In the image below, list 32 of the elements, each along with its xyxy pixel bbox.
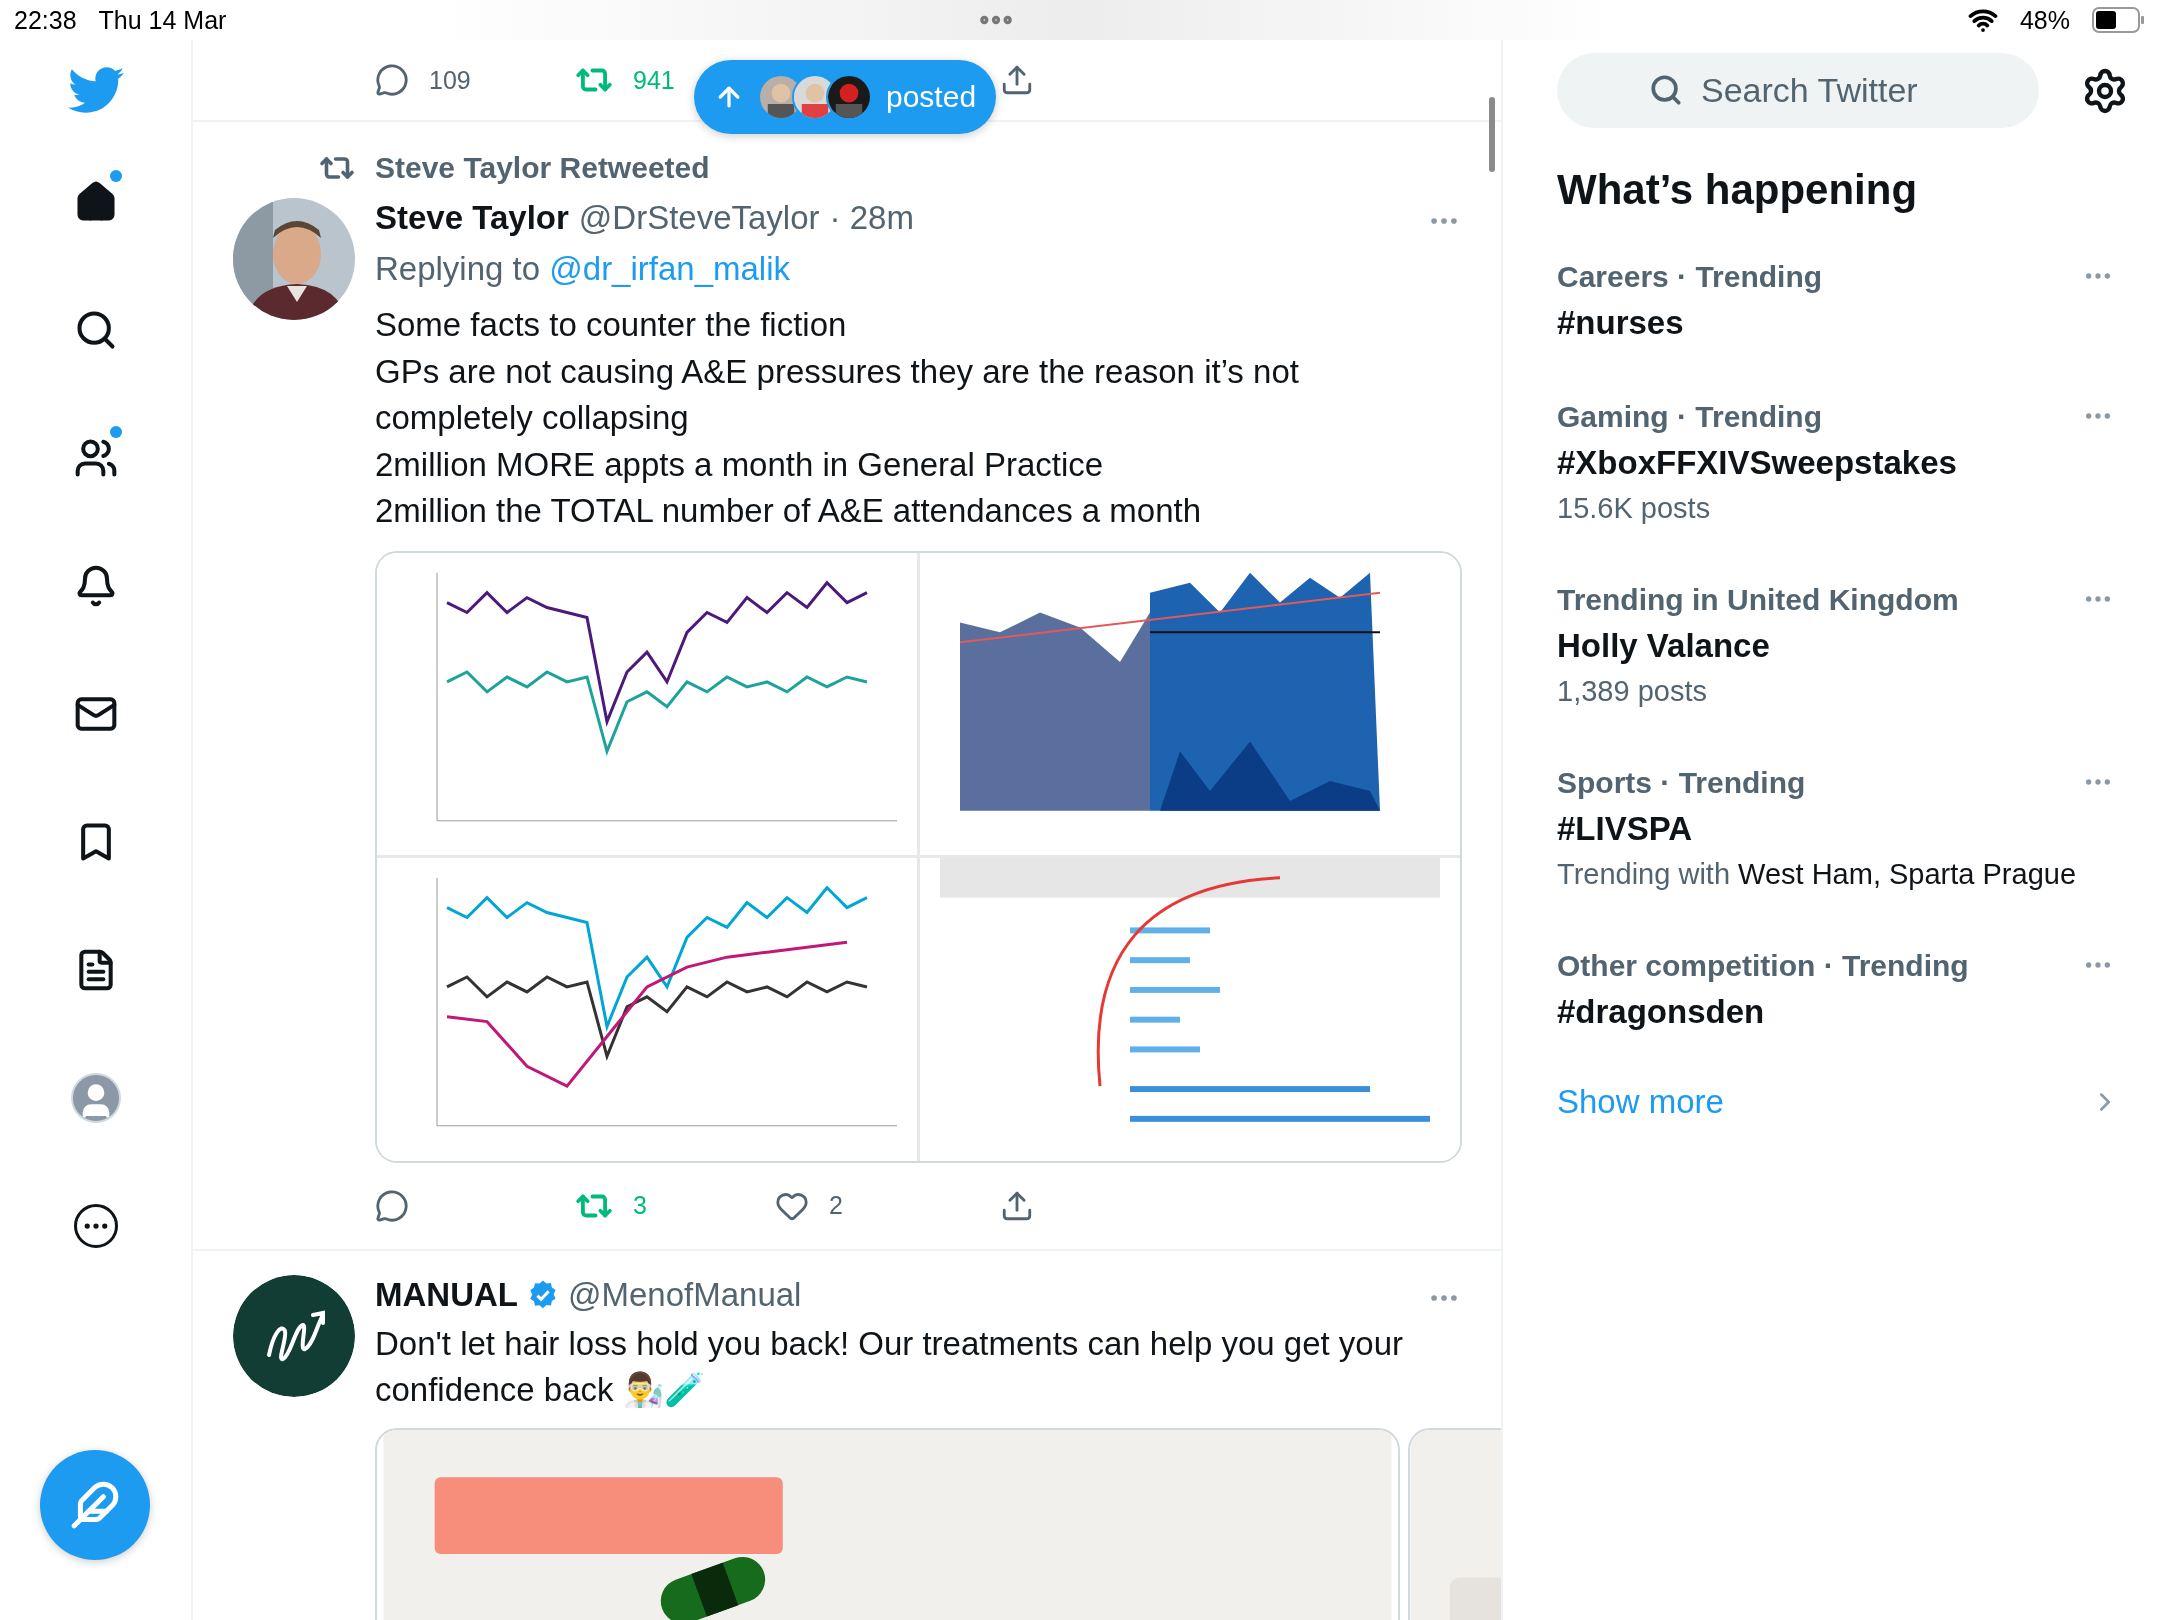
trend-title[interactable]: #nurses (1557, 304, 1684, 342)
retweeted-by-label: Steve Taylor Retweeted (375, 151, 711, 185)
status-date: Thu 14 Mar (98, 5, 227, 35)
search-field[interactable]: Search Twitter (1557, 53, 2039, 128)
trend-category: Other competition · Trending (1557, 949, 1969, 983)
trend-category: Gaming · Trending (1557, 400, 1822, 434)
trend-category: Sports · Trending (1557, 766, 1806, 800)
author-name[interactable]: MANUAL (375, 1275, 518, 1314)
trend-title[interactable]: #dragonsden (1557, 993, 1765, 1031)
author-handle[interactable]: @MenofManual (568, 1275, 802, 1314)
reply-button[interactable]: 109 (375, 63, 471, 97)
trend-post-count: 15.6K posts (1557, 492, 1711, 525)
like-button[interactable]: 2 (775, 1188, 843, 1223)
post-text: Some facts to counter the fiction (375, 305, 848, 345)
post-text: Don't let hair loss hold you back! Our treatments can help you get your confidence back 👨‍🔬🧪 (375, 1323, 1404, 1410)
trend-title[interactable]: #XboxFFXIVSweepstakes (1557, 444, 1957, 482)
post-text: GPs are not causing A&E pressures they are the reason it’s not completely collapsing (375, 351, 1300, 438)
author-name[interactable]: Steve Taylor (375, 199, 569, 237)
section-heading: What’s happening (1557, 166, 1919, 214)
trend-title[interactable]: Holly Valance (1557, 627, 1770, 665)
trend-category: Careers · Trending (1557, 260, 1823, 294)
battery-percentage: 48% (2019, 5, 2070, 35)
replying-to-text: Replying to @dr_irfan_malik (375, 250, 792, 288)
status-time: 22:38 (14, 5, 77, 35)
post-text: 2million the TOTAL number of A&E attendances a month (375, 491, 1203, 531)
author-handle[interactable]: @DrSteveTaylor (578, 199, 820, 237)
trend-category: Trending in United Kingdom (1557, 583, 1959, 617)
trend-context: Trending with West Ham, Sparta Prague (1557, 858, 2077, 891)
trend-title[interactable]: #LIVSPA (1557, 810, 1693, 848)
post-text: 2million MORE appts a month in General Practice (375, 444, 1105, 485)
post-time: · 28m (829, 199, 914, 237)
trend-post-count: 1,389 posts (1557, 675, 1707, 708)
